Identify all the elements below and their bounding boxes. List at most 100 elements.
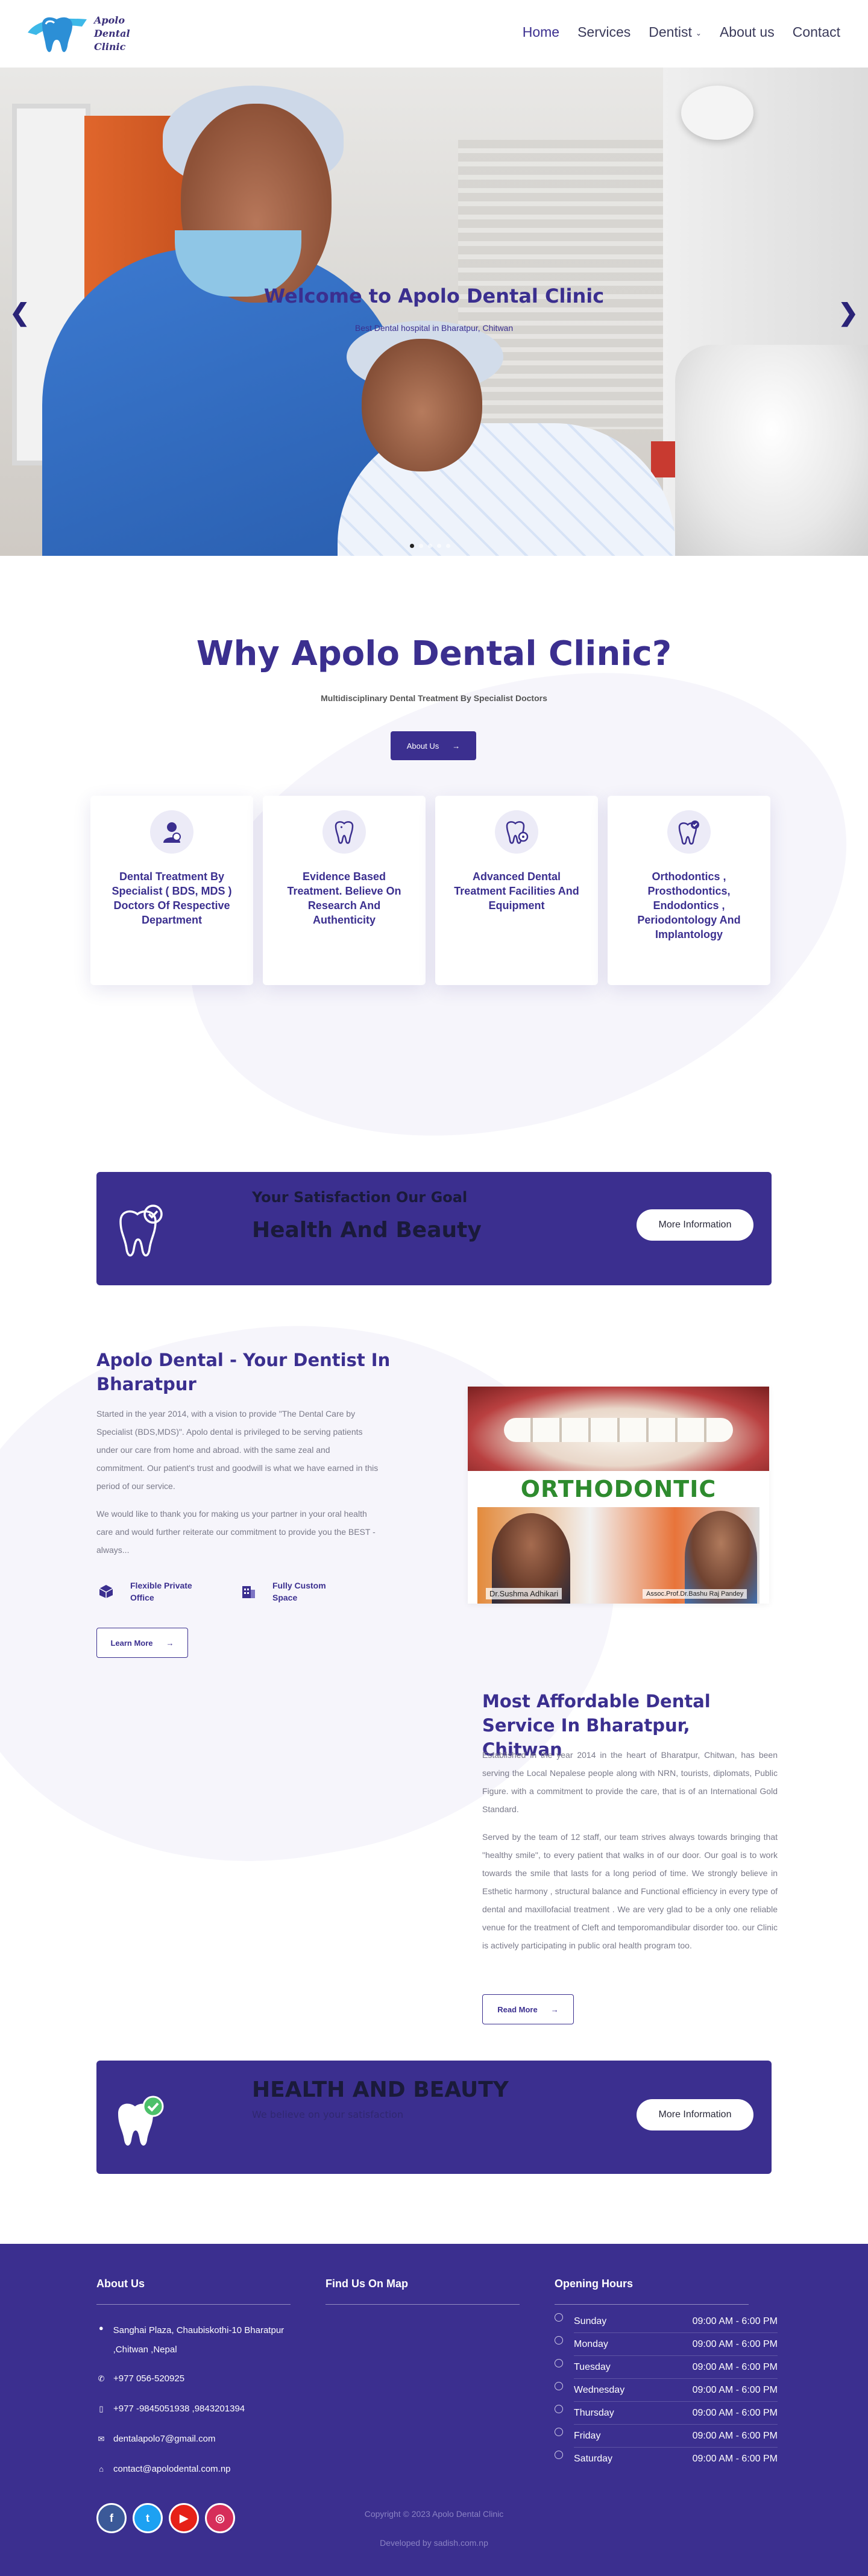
- nav-dentist[interactable]: Dentist ⌄: [649, 24, 702, 40]
- feature-card-text: Advanced Dental Treatment Facilities And…: [454, 871, 579, 912]
- hours-row: Saturday 09:00 AM - 6:00 PM: [555, 2448, 778, 2471]
- arrow-right-icon: →: [550, 2004, 559, 2014]
- banner-kicker: We believe on your satisfaction: [252, 2109, 404, 2120]
- clock-icon: [555, 2313, 563, 2322]
- nav-contact[interactable]: Contact: [793, 24, 840, 40]
- feature-card-text: Orthodontics , Prosthodontics, Endodonti…: [637, 871, 741, 940]
- hero-slider: Welcome to Apolo Dental Clinic Best Dent…: [0, 68, 868, 556]
- hours-time: 09:00 AM - 6:00 PM: [692, 2339, 778, 2349]
- copyright: Copyright © 2023 Apolo Dental Clinic: [364, 2509, 504, 2519]
- hours-time: 09:00 AM - 6:00 PM: [692, 2454, 778, 2464]
- more-information-button[interactable]: More Information: [637, 1209, 753, 1241]
- slider-dot[interactable]: [419, 544, 423, 548]
- read-more-button[interactable]: Read More →: [482, 1994, 574, 2024]
- affordable-paragraph: Established in the year 2014 in the hear…: [482, 1750, 778, 1814]
- footer-phone[interactable]: ✆ +977 056-520925: [96, 2372, 184, 2386]
- footer-contact-email[interactable]: ⌂ contact@apolodental.com.np: [96, 2462, 231, 2477]
- slider-dot[interactable]: [446, 544, 450, 548]
- feature-card: Advanced Dental Treatment Facilities And…: [435, 796, 598, 985]
- page: Apolo Dental Clinic Home Services Dentis…: [0, 0, 868, 2576]
- slider-dot[interactable]: [410, 544, 414, 548]
- nav-services[interactable]: Services: [577, 24, 631, 40]
- footer-about-title: About Us: [96, 2278, 145, 2290]
- slider-dots: [410, 544, 450, 548]
- about-paragraph: We would like to thank you for making us…: [96, 1509, 376, 1555]
- divider: [326, 2304, 520, 2305]
- slider-next-icon[interactable]: ❯: [838, 299, 858, 327]
- hours-day: Friday: [574, 2431, 601, 2441]
- ortho-heading: ORTHODONTIC CENTER: [520, 1476, 717, 1538]
- arrow-right-icon: →: [452, 741, 461, 751]
- logo[interactable]: Apolo Dental Clinic: [24, 8, 130, 59]
- feature-card-text: Dental Treatment By Specialist ( BDS, MD…: [112, 871, 232, 926]
- footer-hours-title: Opening Hours: [555, 2278, 633, 2290]
- learn-more-label: Learn More: [110, 1638, 153, 1648]
- mail-icon: ✉: [98, 2434, 105, 2443]
- feature-label: Flexible Private Office: [130, 1581, 192, 1602]
- hours-day: Tuesday: [574, 2362, 611, 2372]
- arrow-right-icon: →: [166, 1638, 174, 1648]
- nav-dentist-label: Dentist: [649, 24, 692, 40]
- brand-name: Apolo Dental Clinic: [94, 14, 130, 52]
- mobile-icon: ▯: [99, 2404, 104, 2413]
- location-pin-icon: ●: [98, 2323, 104, 2332]
- clock-icon: [555, 2336, 563, 2345]
- slider-dot[interactable]: [428, 544, 432, 548]
- hours-day: Thursday: [574, 2408, 614, 2418]
- hours-row: Tuesday 09:00 AM - 6:00 PM: [555, 2356, 778, 2379]
- footer-address: ● Sanghai Plaza, Chaubiskothi-10 Bharatp…: [96, 2321, 313, 2360]
- home-icon: ⌂: [99, 2464, 104, 2474]
- chevron-down-icon: ⌄: [695, 28, 702, 37]
- divider: [555, 2304, 749, 2305]
- contact-email-text: contact@apolodental.com.np: [113, 2464, 231, 2474]
- tooth-logo-icon: [28, 17, 87, 52]
- tooth-check-icon: [667, 810, 711, 854]
- about-paragraph: Started in the year 2014, with a vision …: [96, 1409, 379, 1491]
- hours-day: Saturday: [574, 2454, 613, 2464]
- nav-about[interactable]: About us: [720, 24, 775, 40]
- hours-time: 09:00 AM - 6:00 PM: [692, 2431, 778, 2441]
- learn-more-button[interactable]: Learn More →: [96, 1628, 188, 1658]
- about-title: Apolo Dental - Your Dentist In Bharatpur: [96, 1350, 391, 1394]
- nav-home[interactable]: Home: [523, 24, 559, 40]
- more-information-button[interactable]: More Information: [637, 2099, 753, 2130]
- site-header: Apolo Dental Clinic Home Services Dentis…: [0, 0, 868, 68]
- clock-icon: [555, 2451, 563, 2459]
- orthodontic-center-image: ORTHODONTIC CENTER Dr.Sushma Adhikari As…: [468, 1387, 769, 1604]
- read-more-label: Read More: [497, 2004, 538, 2014]
- clock-icon: [555, 2382, 563, 2390]
- footer-mobile[interactable]: ▯ +977 -9845051938 ,9843201394: [96, 2402, 245, 2416]
- about-us-button[interactable]: About Us →: [391, 731, 476, 760]
- hours-time: 09:00 AM - 6:00 PM: [692, 2408, 778, 2418]
- main-nav: Home Services Dentist ⌄ About us Contact: [523, 24, 840, 40]
- slider-prev-icon[interactable]: ❮: [10, 299, 30, 327]
- affordable-paragraph: Served by the team of 12 staff, our team…: [482, 1832, 778, 1950]
- hours-day: Sunday: [574, 2316, 607, 2326]
- hero-title: Welcome to Apolo Dental Clinic: [263, 285, 605, 307]
- slider-dot[interactable]: [437, 544, 441, 548]
- tooth-check-icon: [115, 2093, 166, 2152]
- footer-email[interactable]: ✉ dentalapolo7@gmail.com: [96, 2432, 216, 2446]
- banner-title: HEALTH AND BEAUTY: [252, 2077, 509, 2102]
- banner-title: Health And Beauty: [252, 1218, 482, 1242]
- hours-row: Sunday 09:00 AM - 6:00 PM: [555, 2310, 778, 2333]
- clock-icon: [555, 2359, 563, 2367]
- opening-hours: Sunday 09:00 AM - 6:00 PM Monday 09:00 AM …: [555, 2310, 778, 2471]
- cube-icon: [96, 1582, 116, 1601]
- feature-card: Dental Treatment By Specialist ( BDS, MD…: [90, 796, 253, 985]
- feature-card-text: Evidence Based Treatment. Believe On Res…: [287, 871, 401, 926]
- about-us-button-label: About Us: [406, 741, 439, 751]
- dentist-icon: [150, 810, 193, 854]
- feature-item: Flexible Private Office: [96, 1579, 203, 1604]
- hours-time: 09:00 AM - 6:00 PM: [692, 2362, 778, 2372]
- developer-credit[interactable]: Developed by sadish.com.np: [0, 2538, 868, 2548]
- feature-card: Evidence Based Treatment. Believe On Res…: [263, 796, 426, 985]
- phone-icon: ✆: [98, 2374, 105, 2383]
- banner-kicker: Your Satisfaction Our Goal: [252, 1189, 468, 1206]
- address-text: Sanghai Plaza, Chaubiskothi-10 Bharatpur…: [113, 2325, 285, 2355]
- clock-icon: [555, 2428, 563, 2436]
- why-title: Why Apolo Dental Clinic?: [196, 634, 672, 673]
- divider: [96, 2304, 291, 2305]
- feature-label: Fully Custom Space: [272, 1581, 326, 1602]
- mobile-text: +977 -9845051938 ,9843201394: [113, 2404, 245, 2414]
